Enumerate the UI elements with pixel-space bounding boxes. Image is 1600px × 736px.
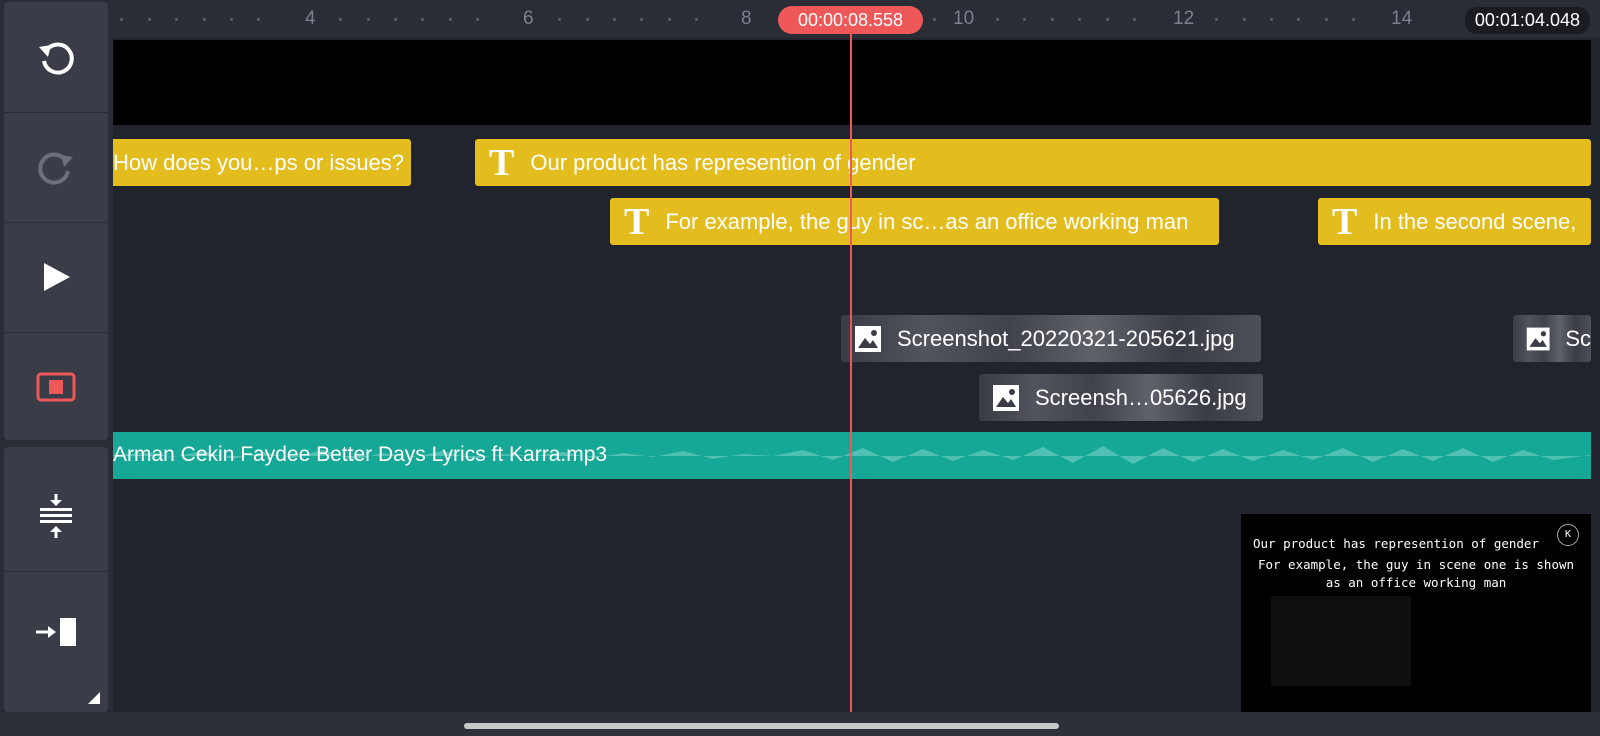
- ruler-tick: 12: [1173, 8, 1195, 29]
- image-clip-label: Screenshot_20220321-205621.jpg: [897, 325, 1235, 351]
- text-clip-label: Our product has represention of gender: [530, 149, 916, 175]
- text-clip[interactable]: T In the second scene,: [1318, 198, 1591, 245]
- logo-icon: K: [1557, 524, 1579, 546]
- toolbar-group-top: [4, 2, 108, 440]
- text-icon: T: [624, 200, 650, 243]
- playhead[interactable]: [850, 34, 852, 712]
- text-icon: T: [489, 141, 515, 184]
- play-button[interactable]: [4, 222, 108, 333]
- image-clip[interactable]: Sc: [1513, 315, 1591, 362]
- preview-icon: [36, 372, 76, 402]
- fit-timeline-button[interactable]: [4, 461, 108, 572]
- image-clip-label: Sc: [1565, 325, 1591, 351]
- preview-caption: Our product has represention of gender: [1253, 536, 1539, 551]
- image-icon: [1526, 327, 1550, 350]
- text-clip-label: In the second scene,: [1373, 208, 1577, 234]
- playhead-time[interactable]: 00:00:08.558: [778, 6, 923, 34]
- goto-end-button[interactable]: [4, 577, 108, 687]
- text-clip[interactable]: T For example, the guy in sc…as an offic…: [610, 198, 1219, 245]
- resize-handle[interactable]: [88, 692, 100, 704]
- undo-button[interactable]: [4, 2, 108, 113]
- image-clip-label: Screensh…05626.jpg: [1035, 384, 1247, 410]
- video-track[interactable]: [113, 40, 1591, 125]
- ruler-tick: 4: [305, 8, 316, 29]
- text-clip[interactable]: T Our product has represention of gender: [475, 139, 1591, 186]
- toolbar-group-bottom: [4, 447, 108, 712]
- play-icon: [44, 263, 70, 291]
- text-clip-label: For example, the guy in sc…as an office …: [665, 208, 1189, 234]
- image-clip[interactable]: Screensh…05626.jpg: [979, 374, 1263, 421]
- text-icon: T: [1332, 200, 1358, 243]
- image-clip[interactable]: Screenshot_20220321-205621.jpg: [841, 315, 1261, 362]
- text-clip[interactable]: How does you…ps or issues?: [113, 139, 411, 186]
- timeline[interactable]: 4 6 8 10 12 14 00:01:04.048 00:00:08.558: [113, 0, 1600, 712]
- fit-icon: [40, 494, 72, 538]
- image-icon: [855, 325, 881, 352]
- text-clip-label: How does you…ps or issues?: [113, 149, 405, 175]
- ruler-tick: 6: [523, 8, 534, 29]
- preview-window[interactable]: K Our product has represention of gender…: [1241, 514, 1591, 712]
- audio-clip[interactable]: Arman Cekin Faydee Better Days Lyrics ft…: [113, 432, 1591, 479]
- undo-icon: [39, 42, 74, 75]
- ruler-tick: 10: [953, 8, 975, 29]
- image-icon: [993, 384, 1019, 411]
- toolbar-sidebar: [4, 2, 108, 712]
- preview-toggle-button[interactable]: [4, 332, 108, 440]
- preview-caption-line: as an office working man: [1325, 575, 1507, 590]
- scrollbar-thumb[interactable]: [464, 723, 1059, 729]
- preview-caption: For example, the guy in scene one is sho…: [1241, 556, 1591, 592]
- ruler-tick: 14: [1391, 8, 1413, 29]
- preview-caption-line: For example, the guy in scene one is sho…: [1257, 557, 1575, 572]
- goto-end-icon: [36, 618, 76, 646]
- total-duration: 00:01:04.048: [1464, 7, 1590, 34]
- ruler-tick: 8: [741, 8, 752, 29]
- audio-clip-label: Arman Cekin Faydee Better Days Lyrics ft…: [113, 443, 608, 466]
- redo-button[interactable]: [4, 112, 108, 223]
- redo-icon: [38, 152, 73, 185]
